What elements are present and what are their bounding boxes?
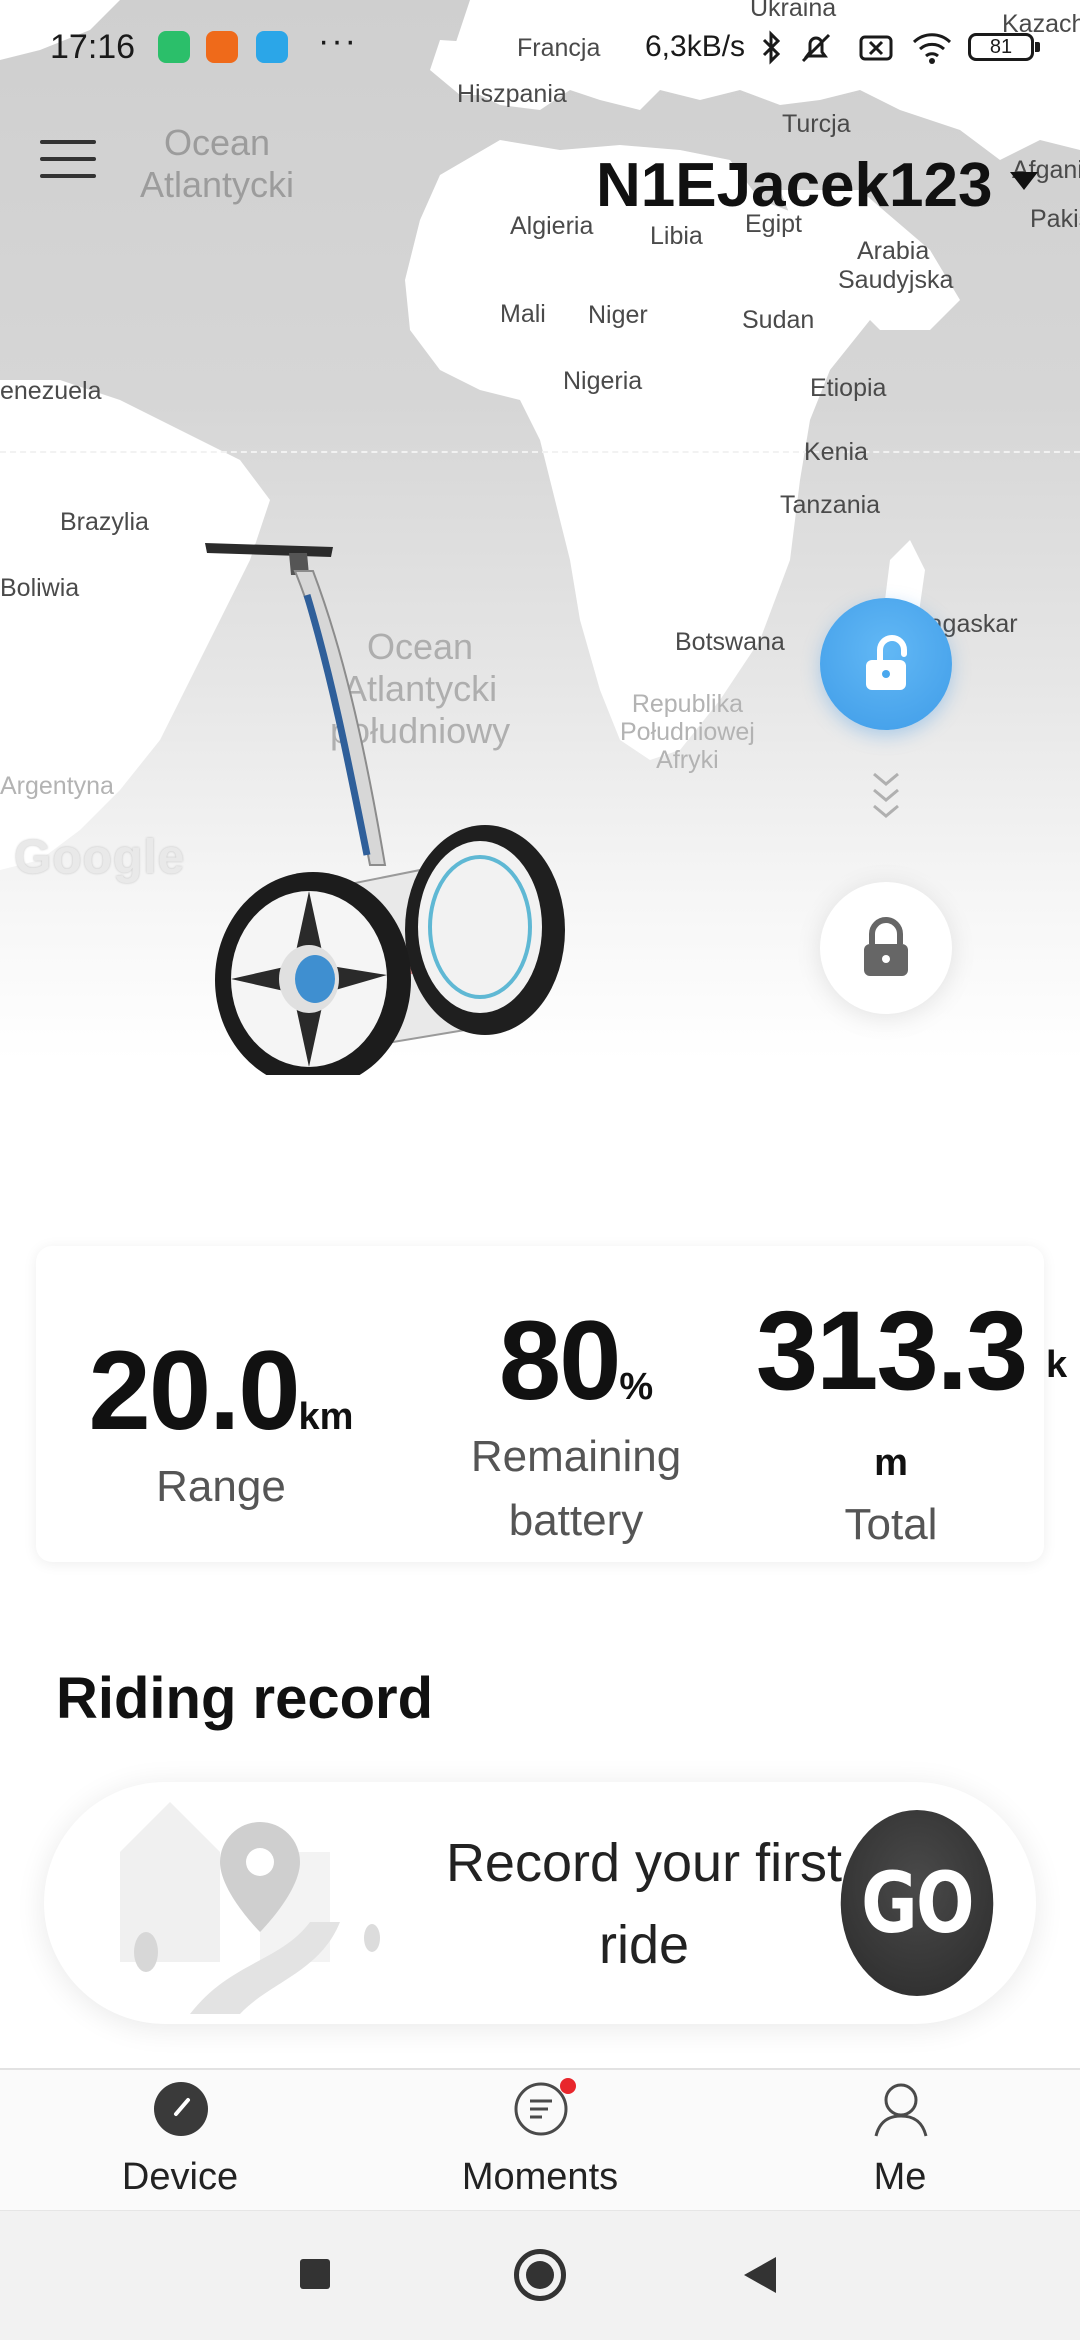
map-label-wenezuela: enezuela xyxy=(0,377,102,405)
notification-badge-dot xyxy=(560,2078,576,2094)
battery-value: 80 xyxy=(498,1298,622,1423)
tab-device-label: Device xyxy=(121,2156,239,2198)
map-label-mali: Mali xyxy=(500,300,546,328)
map-label-niger: Niger xyxy=(588,301,648,329)
total-value: 313.3 xyxy=(755,1288,1028,1413)
equator-line xyxy=(0,451,1080,453)
map-label-tanzania: Tanzania xyxy=(780,491,881,519)
record-prompt-line2: ride xyxy=(598,1915,690,1975)
menu-button[interactable] xyxy=(40,140,96,184)
map-label-brazylia: Brazylia xyxy=(60,508,149,536)
status-bar: 17:16 ··· 6,3kB/s 81 xyxy=(0,0,1080,96)
battery-unit: % xyxy=(619,1366,654,1408)
tab-me-label: Me xyxy=(873,2156,927,2198)
riding-record-title: Riding record xyxy=(56,1666,434,1731)
total-unit-m: m xyxy=(874,1442,908,1484)
stat-total: 313.3 k m Total xyxy=(726,1286,1067,1557)
chevrons-down-icon xyxy=(873,772,899,818)
unlock-button[interactable] xyxy=(820,598,952,730)
map-label-nigeria: Nigeria xyxy=(563,367,643,395)
record-first-ride-card[interactable]: Record your first ride GO xyxy=(44,1782,1036,2024)
dropdown-arrow-icon[interactable] xyxy=(1010,172,1038,190)
bluetooth-icon xyxy=(762,30,781,65)
wifi-icon xyxy=(912,33,952,64)
map-label-rpa: Republika Południowej Afryki xyxy=(620,690,755,774)
total-unit-k: k xyxy=(1046,1344,1068,1386)
range-unit: km xyxy=(298,1396,354,1438)
map-label-algieria: Algieria xyxy=(510,212,594,240)
map-label-boliwia: Boliwia xyxy=(0,574,80,602)
menu-icon xyxy=(40,140,96,144)
go-button[interactable]: GO xyxy=(840,1810,994,1996)
menu-icon-bar xyxy=(40,157,96,161)
google-attribution: Google xyxy=(14,831,186,884)
segway-device-image xyxy=(205,543,565,1075)
lock-icon xyxy=(864,917,908,976)
lock-button[interactable] xyxy=(820,882,952,1014)
total-label: Total xyxy=(844,1500,938,1549)
stat-range: 20.0km Range xyxy=(56,1326,386,1519)
app-notification-icon-green xyxy=(158,31,190,63)
stats-card: 20.0km Range 80% Remaining battery 313.3… xyxy=(36,1246,1067,1562)
map-label-arabia: Arabia xyxy=(857,237,930,265)
network-speed: 6,3kB/s xyxy=(645,30,746,63)
map-label-botswana: Botswana xyxy=(675,628,785,656)
map-label-argentyna: Argentyna xyxy=(0,772,114,800)
app-notification-icon-blue xyxy=(256,31,288,63)
tab-me[interactable]: Me xyxy=(780,2070,1020,2212)
bottom-tab-bar: Device Moments Me xyxy=(0,2068,1080,2210)
system-nav-bar xyxy=(0,2210,1080,2340)
mi-notification-icon xyxy=(206,31,238,63)
map-label-pakis: Pakis xyxy=(1030,205,1080,233)
map-label-etiopia: Etiopia xyxy=(810,374,887,402)
map-label-saudyjska: Saudyjska xyxy=(838,266,954,294)
more-notifications-icon: ··· xyxy=(318,22,358,60)
no-sim-icon xyxy=(859,35,893,61)
map-label-turcja: Turcja xyxy=(782,110,851,138)
recents-button[interactable] xyxy=(300,2259,330,2289)
tab-moments[interactable]: Moments xyxy=(420,2070,660,2212)
battery-label-line2: battery xyxy=(508,1496,644,1545)
status-time: 17:16 xyxy=(50,28,136,66)
tab-moments-label: Moments xyxy=(461,2156,619,2198)
tab-device[interactable]: Device xyxy=(60,2070,300,2212)
person-icon xyxy=(874,2083,928,2137)
range-label: Range xyxy=(156,1462,286,1511)
map-label-kenia: Kenia xyxy=(804,438,868,466)
home-button[interactable] xyxy=(514,2249,566,2301)
stat-battery: 80% Remaining battery xyxy=(406,1296,746,1553)
map-label-sudan: Sudan xyxy=(742,306,815,334)
map-label-ocean-atlantic-north: Ocean Atlantycki xyxy=(140,122,295,205)
unlock-icon xyxy=(866,635,907,690)
speedometer-icon xyxy=(154,2082,208,2136)
mute-bell-icon xyxy=(801,33,831,63)
device-name-selector[interactable]: N1EJacek123 xyxy=(596,150,992,221)
battery-indicator: 81 xyxy=(968,33,1040,61)
map-pin-illustration xyxy=(120,1802,380,2014)
record-prompt: Record your first ride xyxy=(384,1822,904,1986)
battery-label-line1: Remaining xyxy=(470,1432,682,1481)
range-value: 20.0 xyxy=(88,1328,301,1453)
record-prompt-line1: Record your first xyxy=(445,1833,843,1893)
back-button[interactable] xyxy=(744,2257,776,2293)
map-label-libia: Libia xyxy=(650,222,703,250)
menu-icon-bar xyxy=(40,174,96,178)
